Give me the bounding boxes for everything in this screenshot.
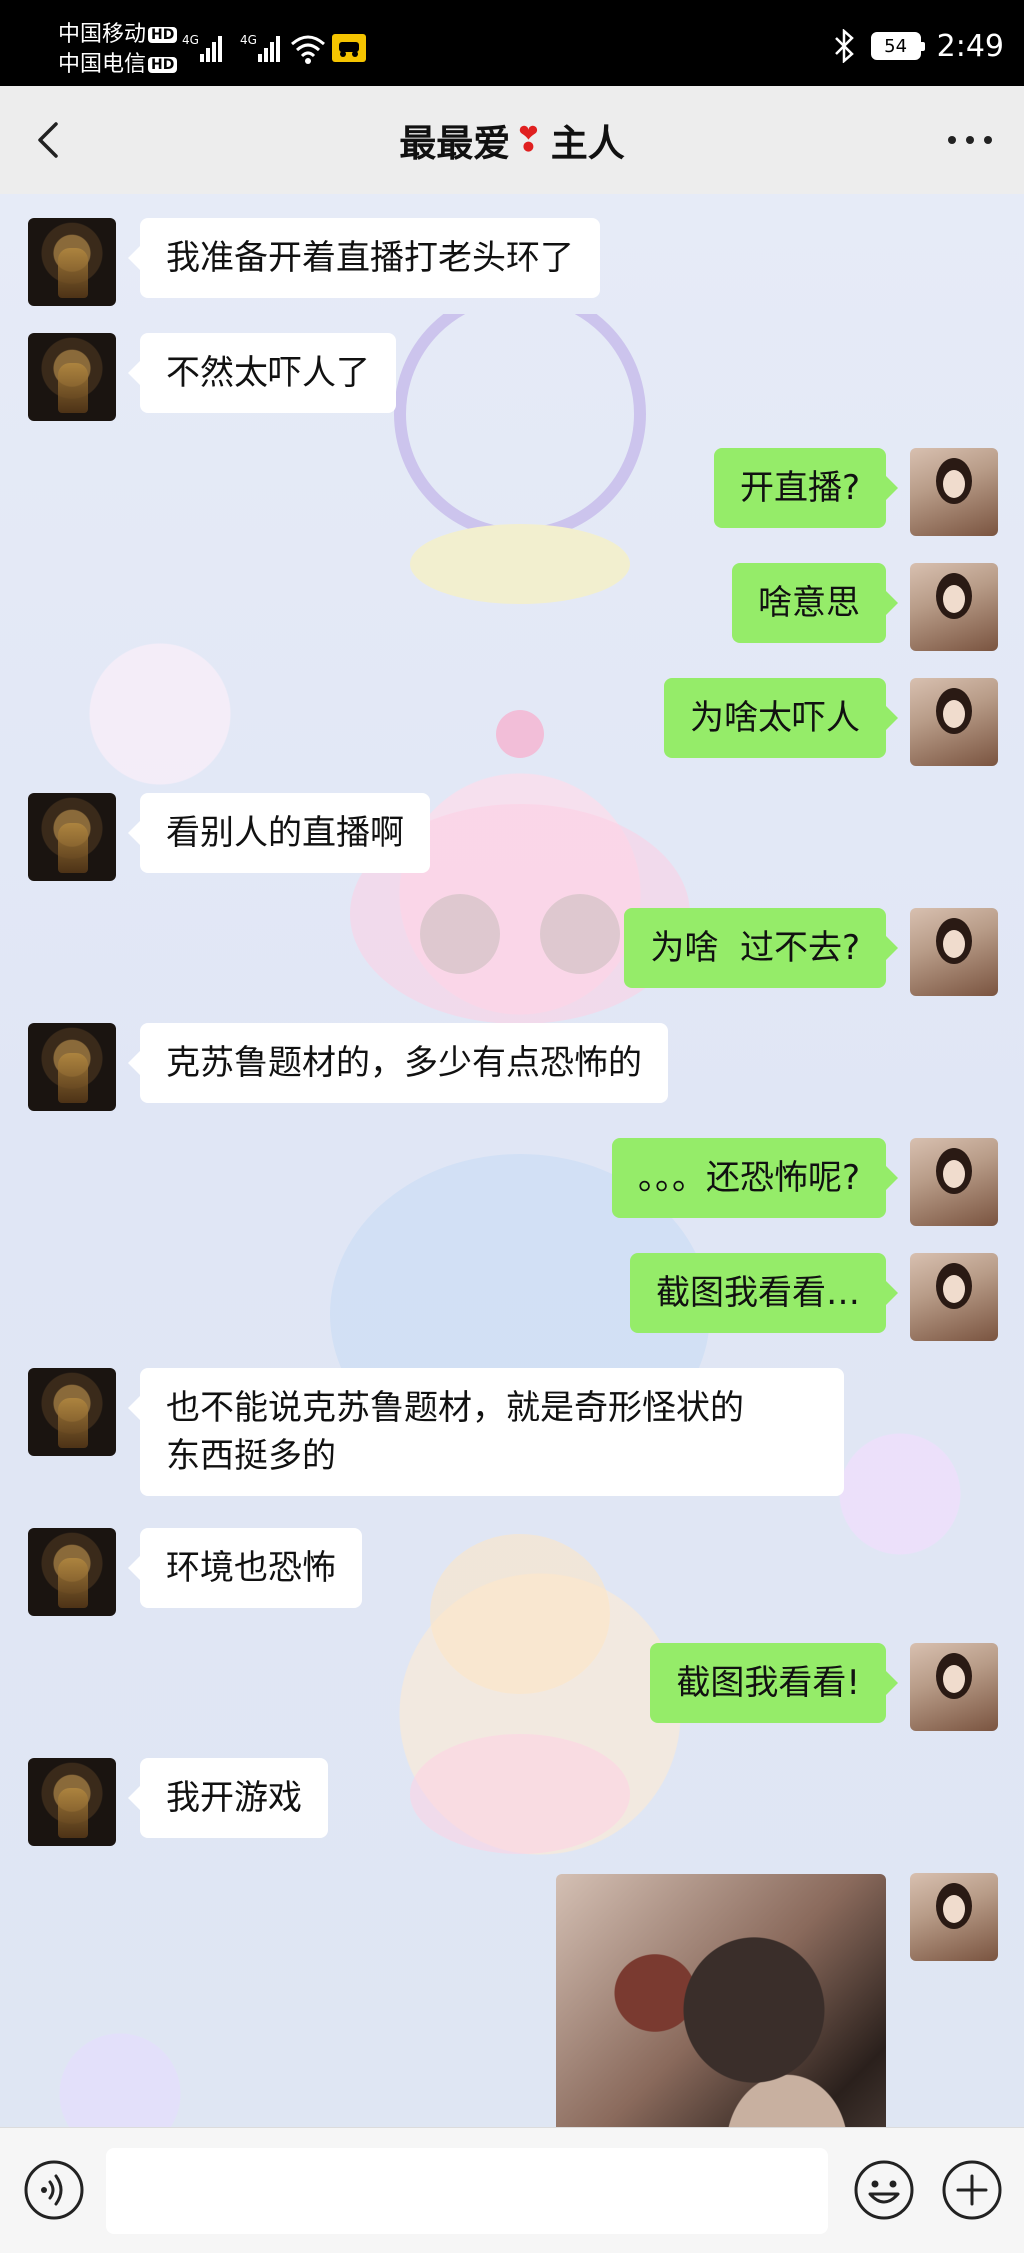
emoji-icon[interactable]	[852, 2158, 916, 2222]
message-bubble-incoming[interactable]: 也不能说克苏鲁题材，就是奇形怪状的 东西挺多的	[128, 1368, 844, 1496]
carrier-info: 中国移动 HD 中国电信 HD	[58, 20, 178, 80]
message-bubble-outgoing[interactable]: 。。。还恐怖呢?	[611, 1138, 899, 1218]
avatar[interactable]	[28, 1023, 116, 1111]
heart-emoji: ❣	[514, 120, 543, 160]
input-bar	[0, 2127, 1024, 2253]
avatar[interactable]	[28, 1368, 116, 1456]
avatar[interactable]	[910, 448, 998, 536]
wifi-icon	[291, 35, 325, 64]
message-input[interactable]	[106, 2148, 828, 2234]
network-2-label: 4G	[240, 33, 257, 47]
hd-badge: HD	[148, 27, 178, 43]
battery-level: 54	[884, 35, 908, 57]
chat-title: 最最爱 ❣ 主人	[0, 86, 1024, 194]
message-bubble-outgoing[interactable]: 截图我看看…	[630, 1253, 898, 1333]
message-bubble-incoming[interactable]: 看别人的直播啊	[128, 793, 430, 873]
avatar[interactable]	[910, 1138, 998, 1226]
message-bubble-incoming[interactable]: 我准备开着直播打老头环了	[128, 218, 600, 298]
avatar[interactable]	[910, 1643, 998, 1731]
image-message[interactable]	[556, 1874, 886, 2127]
plus-icon[interactable]	[940, 2158, 1004, 2222]
chat-area[interactable]: 我准备开着直播打老头环了 不然太吓人了 开直播? 啥意思 为啥太吓人 看别人的直…	[0, 194, 1024, 2127]
avatar[interactable]	[28, 1758, 116, 1846]
message-bubble-outgoing[interactable]: 截图我看看!	[650, 1643, 898, 1723]
bluetooth-icon	[834, 29, 854, 63]
avatar[interactable]	[910, 678, 998, 766]
chat-header: 最最爱 ❣ 主人	[0, 86, 1024, 194]
carrier-1: 中国移动	[58, 22, 147, 47]
chat-title-part-2: 主人	[550, 122, 625, 165]
avatar[interactable]	[28, 793, 116, 881]
avatar[interactable]	[28, 1528, 116, 1616]
chat-title-part-1: 最最爱	[399, 122, 511, 165]
status-right: 54 2:49	[833, 26, 1004, 66]
more-dots-icon[interactable]	[944, 124, 996, 156]
avatar[interactable]	[910, 1873, 998, 1961]
avatar[interactable]	[910, 563, 998, 651]
message-bubble-incoming[interactable]: 环境也恐怖	[128, 1528, 362, 1608]
car-app-icon	[332, 34, 366, 62]
signal-1-icon	[200, 36, 222, 62]
status-bar: 中国移动 HD 中国电信 HD 4G 4G 54 2:49	[0, 0, 1024, 86]
voice-icon[interactable]	[22, 2158, 86, 2222]
message-bubble-outgoing[interactable]: 啥意思	[732, 563, 898, 643]
avatar[interactable]	[28, 218, 116, 306]
signal-wifi-icons: 4G 4G	[182, 33, 366, 64]
clock: 2:49	[936, 28, 1004, 64]
signal-2-icon	[258, 36, 280, 62]
message-bubble-outgoing[interactable]: 为啥 过不去?	[624, 908, 898, 988]
hd-badge: HD	[148, 57, 178, 73]
avatar[interactable]	[910, 1253, 998, 1341]
message-bubble-incoming[interactable]: 克苏鲁题材的，多少有点恐怖的	[128, 1023, 668, 1103]
avatar[interactable]	[910, 908, 998, 996]
avatar[interactable]	[28, 333, 116, 421]
message-bubble-incoming[interactable]: 我开游戏	[128, 1758, 328, 1838]
message-bubble-incoming[interactable]: 不然太吓人了	[128, 333, 396, 413]
network-1-label: 4G	[182, 33, 199, 47]
message-bubble-outgoing[interactable]: 为啥太吓人	[664, 678, 898, 758]
battery-icon: 54	[870, 32, 925, 60]
message-bubble-outgoing[interactable]: 开直播?	[713, 448, 899, 528]
carrier-2: 中国电信	[58, 52, 147, 77]
